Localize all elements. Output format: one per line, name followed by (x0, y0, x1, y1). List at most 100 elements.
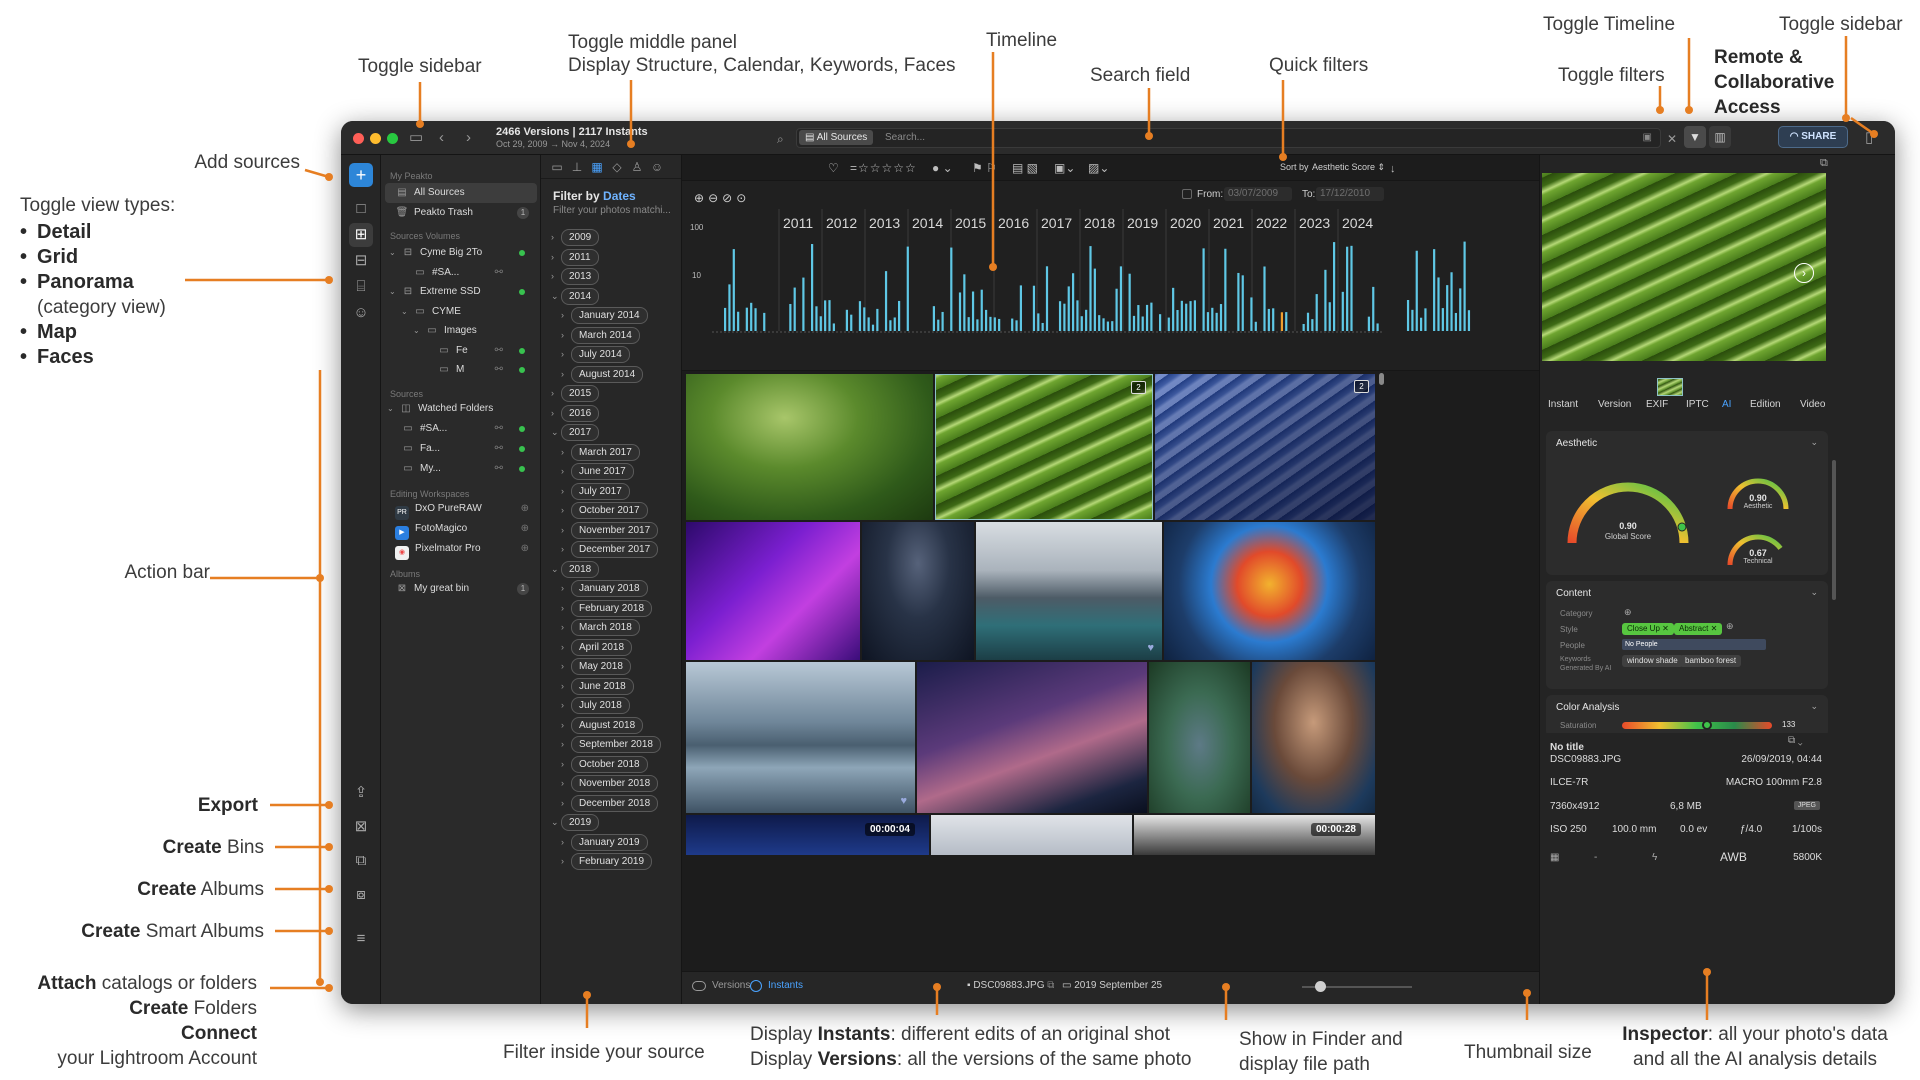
timeline-bar[interactable] (963, 274, 966, 331)
timeline-bar[interactable] (967, 317, 970, 331)
timeline-bar[interactable] (1285, 312, 1288, 331)
photo-thumbnail[interactable] (1252, 662, 1375, 813)
filmstrip-thumbnail[interactable] (1657, 378, 1683, 396)
timeline-bar[interactable] (950, 247, 953, 331)
timeline-bar[interactable] (906, 246, 909, 331)
preview-image[interactable]: › (1542, 173, 1826, 361)
timeline-bar[interactable] (819, 316, 822, 331)
timeline-bar[interactable] (976, 319, 979, 331)
timeline-bar[interactable] (1459, 288, 1462, 331)
date-year-item[interactable]: › 2011 (551, 248, 599, 266)
timeline-bar[interactable] (1241, 275, 1244, 331)
date-month-item[interactable]: › October 2017 (561, 502, 648, 519)
timeline-bar[interactable] (1058, 301, 1062, 331)
timeline-bar[interactable] (728, 284, 731, 331)
timeline-bar[interactable] (1202, 248, 1205, 331)
toggle-sidebar-icon[interactable]: ▭ (409, 129, 423, 147)
color-label-filter[interactable]: ● ⌄ (932, 160, 953, 176)
create-albums-button[interactable]: ⧉ (349, 849, 373, 873)
timeline-bar[interactable] (1420, 317, 1423, 331)
timeline-bar[interactable] (1076, 300, 1079, 331)
timeline-bar[interactable] (828, 300, 831, 331)
timeline-bar[interactable] (789, 303, 792, 331)
instants-toggle-icon[interactable] (750, 980, 762, 992)
timeline-bar[interactable] (802, 277, 805, 331)
timeline-bar[interactable] (1315, 294, 1318, 331)
timeline-bar[interactable] (1415, 250, 1418, 331)
timeline-bar[interactable] (1063, 303, 1066, 331)
timeline-year-label[interactable]: 2015 (955, 215, 986, 231)
timeline-bar[interactable] (941, 311, 944, 331)
timeline-bar[interactable] (1463, 241, 1466, 331)
sidebar-item-watched[interactable]: ▭ Fa... ⚯ (385, 439, 537, 459)
timeline-bar[interactable] (1446, 285, 1449, 331)
file-path-folder[interactable]: ▭ 2019 September 25 (1062, 980, 1162, 991)
style-tag[interactable]: Close Up ✕ (1622, 623, 1674, 635)
timeline-year-label[interactable]: 2014 (912, 215, 943, 231)
timeline-bar[interactable] (763, 312, 766, 331)
timeline-bar[interactable] (1302, 323, 1305, 331)
timeline-bar[interactable] (732, 249, 735, 331)
timeline-bar[interactable] (980, 289, 983, 331)
sort-by-dropdown[interactable]: Aesthetic Score ⇕ (1312, 162, 1385, 173)
timeline-bar[interactable] (958, 292, 962, 331)
timeline-bar[interactable] (871, 324, 875, 331)
create-bins-button[interactable]: ⊠ (349, 815, 373, 839)
toggle-filters-button[interactable]: ▼ (1684, 126, 1706, 148)
instants-toggle[interactable]: Instants (768, 980, 803, 991)
timeline-bar[interactable] (989, 316, 992, 331)
timeline-bar[interactable] (1267, 308, 1270, 331)
photo-thumbnail[interactable]: 2 (935, 374, 1153, 520)
date-month-item[interactable]: › August 2014 (561, 365, 644, 383)
chevron-down-icon[interactable]: ⌄ (1810, 701, 1818, 712)
timeline-year-label[interactable]: 2018 (1084, 215, 1115, 231)
date-month-item[interactable]: › August 2018 (561, 716, 644, 734)
timeline-bar[interactable] (1211, 307, 1214, 331)
timeline-bar[interactable] (985, 309, 988, 331)
grid-scrollbar[interactable] (1379, 373, 1384, 385)
timeline-bar[interactable] (1032, 285, 1036, 331)
toggle-inspector-icon[interactable]: ▯ (1865, 129, 1873, 147)
timeline-year-label[interactable]: 2019 (1127, 215, 1158, 231)
minimize-window-button[interactable] (370, 133, 381, 144)
timeline-bar[interactable] (1454, 312, 1457, 331)
timeline-bar[interactable] (1215, 312, 1218, 331)
timeline-bar[interactable] (1128, 273, 1131, 331)
inspector-tab[interactable]: Version (1598, 399, 1631, 410)
date-month-item[interactable]: › December 2018 (561, 794, 659, 812)
date-month-item[interactable]: › March 2017 (561, 443, 640, 461)
forward-arrow-icon[interactable]: › (466, 129, 471, 147)
timeline-bar[interactable] (1424, 308, 1427, 331)
versions-toggle[interactable]: Versions (712, 980, 750, 991)
timeline-bar[interactable] (1167, 317, 1170, 331)
add-category-icon[interactable]: ⊕ (1624, 607, 1632, 618)
timeline-bar[interactable] (1450, 272, 1453, 331)
sidebar-item-watched[interactable]: ▭ My... ⚯ (385, 459, 537, 479)
date-year-item[interactable]: ⌄ 2014 (551, 287, 600, 305)
inspector-tab[interactable]: Edition (1750, 399, 1781, 410)
timeline-bar[interactable] (876, 308, 879, 331)
timeline-bar[interactable] (893, 317, 896, 331)
timeline-bar[interactable] (1441, 308, 1444, 331)
thumbnail-size-handle[interactable] (1315, 981, 1326, 992)
calendar-icon[interactable]: ▦ (589, 159, 605, 175)
timeline-bar[interactable] (1406, 300, 1410, 331)
timeline-bar[interactable] (1219, 304, 1223, 331)
inspector-tab[interactable]: IPTC (1686, 399, 1709, 410)
timeline-bar[interactable] (1085, 309, 1088, 331)
timeline-year-label[interactable]: 2023 (1299, 215, 1330, 231)
timeline-bar[interactable] (1019, 285, 1022, 331)
date-month-item[interactable]: › May 2018 (561, 658, 631, 675)
sidebar-item-volume[interactable]: ⌄ ⊟ Cyme Big 2To (385, 243, 537, 263)
person-icon[interactable]: ♙ (629, 159, 645, 175)
timeline-bar[interactable] (993, 317, 996, 331)
text-filter-icon[interactable]: ▤ ▧ (1012, 160, 1038, 176)
sidebar-item-watched-folders[interactable]: ⌄ ◫ Watched Folders (385, 399, 537, 419)
timeline-year-label[interactable]: 2022 (1256, 215, 1287, 231)
timeline-bar[interactable] (889, 320, 892, 331)
timeline-bar[interactable] (1150, 302, 1153, 331)
clear-search-icon[interactable]: ✕ (1667, 130, 1677, 148)
date-year-item[interactable]: ⌄ 2017 (551, 424, 600, 441)
timeline-bar[interactable] (1115, 288, 1118, 331)
style-tag[interactable]: Abstract ✕ (1674, 623, 1723, 635)
